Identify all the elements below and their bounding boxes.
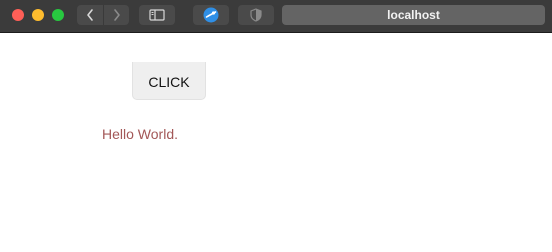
close-window-button[interactable] (12, 9, 24, 21)
address-text: localhost (387, 8, 440, 22)
hello-message: Hello World. (102, 126, 178, 142)
extension-button[interactable] (193, 5, 229, 25)
back-button[interactable] (77, 5, 103, 25)
page-content: CLICK Hello World. (0, 34, 552, 252)
chevron-right-icon (113, 9, 120, 21)
shield-icon (250, 8, 262, 22)
forward-button[interactable] (103, 5, 129, 25)
navigation-buttons (77, 5, 129, 25)
zoom-window-button[interactable] (52, 9, 64, 21)
sidebar-icon (149, 9, 165, 21)
click-button[interactable]: CLICK (132, 62, 206, 100)
browser-toolbar: localhost (0, 0, 552, 33)
sidebar-button[interactable] (139, 5, 175, 25)
extension-icon (203, 7, 219, 23)
minimize-window-button[interactable] (32, 9, 44, 21)
chevron-left-icon (87, 9, 93, 21)
privacy-report-button[interactable] (238, 5, 274, 25)
address-bar[interactable]: localhost (282, 5, 545, 25)
